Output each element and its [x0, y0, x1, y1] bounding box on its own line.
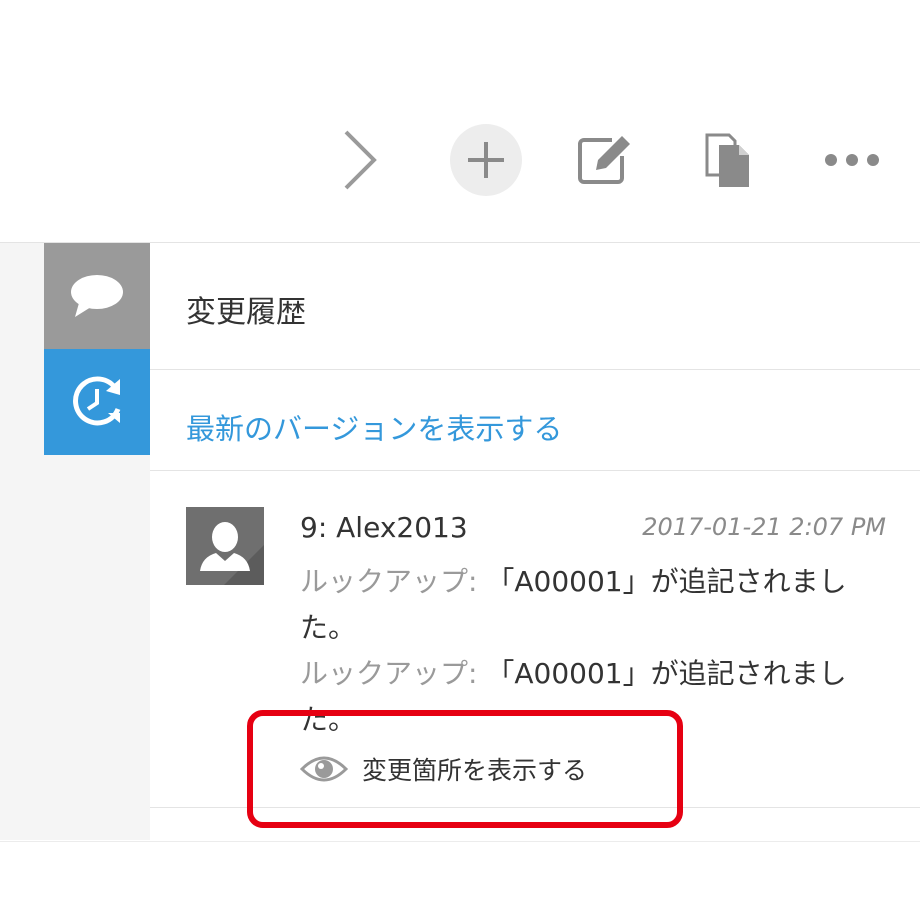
comments-tab[interactable]	[44, 243, 150, 349]
left-gutter	[0, 243, 44, 840]
revision-author[interactable]: 9: Alex2013	[300, 511, 468, 544]
record-toolbar	[0, 82, 920, 243]
add-record-button[interactable]	[448, 122, 524, 198]
chevron-right-icon	[344, 130, 377, 190]
revision-timestamp: 2017-01-21 2:07 PM	[642, 513, 886, 541]
duplicate-record-button[interactable]	[690, 122, 766, 198]
history-tab[interactable]	[44, 349, 150, 455]
comment-icon	[71, 275, 123, 317]
edit-icon	[578, 136, 630, 184]
more-options-button[interactable]	[814, 122, 890, 198]
user-icon	[200, 522, 264, 585]
next-record-button[interactable]	[322, 122, 398, 198]
more-icon	[825, 154, 879, 166]
plus-icon	[468, 142, 504, 178]
avatar	[186, 507, 264, 585]
edit-record-button[interactable]	[566, 122, 642, 198]
panel-header: 変更履歴	[150, 243, 920, 370]
change-item: ルックアップ: 「A00001」が追記されました。	[300, 559, 890, 651]
history-icon	[73, 376, 121, 426]
duplicate-icon	[705, 133, 749, 187]
latest-version-row: 最新のバージョンを表示する	[150, 370, 920, 471]
side-panel-tabs	[44, 243, 150, 840]
panel-title: 変更履歴	[186, 295, 306, 330]
highlight-annotation	[247, 710, 683, 828]
change-field-name: ルックアップ:	[300, 565, 478, 598]
latest-version-link[interactable]: 最新のバージョンを表示する	[186, 406, 562, 448]
change-field-name: ルックアップ:	[300, 657, 478, 690]
